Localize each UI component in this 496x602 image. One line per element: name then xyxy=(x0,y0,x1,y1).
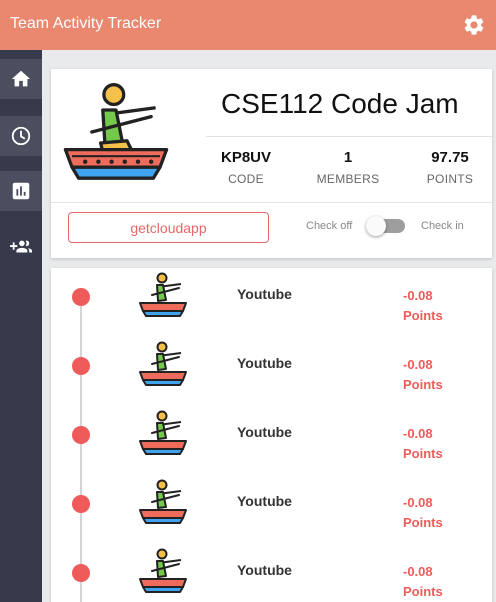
divider xyxy=(51,202,492,203)
sidebar-item-home[interactable] xyxy=(0,59,42,99)
activity-points: -0.08 Points xyxy=(403,562,443,602)
activity-site: Youtube xyxy=(237,562,292,578)
points-value: -0.08 xyxy=(403,357,433,372)
activity-points: -0.08 Points xyxy=(403,493,443,533)
stat-value: KP8UV xyxy=(220,149,272,166)
clock-icon xyxy=(11,126,31,146)
points-value: -0.08 xyxy=(403,288,433,303)
timeline-dot xyxy=(72,288,90,306)
activity-row: Youtube -0.08 Points xyxy=(51,475,492,544)
team-name: CSE112 Code Jam xyxy=(221,88,459,119)
points-unit: Points xyxy=(403,446,443,461)
activity-site: Youtube xyxy=(237,424,292,440)
check-in-toggle[interactable] xyxy=(366,216,405,236)
points-unit: Points xyxy=(403,377,443,392)
app-title: Team Activity Tracker xyxy=(10,15,162,32)
activity-feed: Youtube -0.08 Points Youtube -0.08 Points Yo… xyxy=(51,268,492,602)
bar-chart-icon xyxy=(12,182,30,200)
check-in-label: Check in xyxy=(421,220,464,232)
sidebar-item-stats[interactable] xyxy=(0,171,42,211)
stat-label: POINTS xyxy=(426,172,474,186)
activity-row: Youtube -0.08 Points xyxy=(51,337,492,406)
sidebar xyxy=(0,50,42,602)
points-value: -0.08 xyxy=(403,495,433,510)
rowing-boat-icon xyxy=(139,548,187,593)
divider xyxy=(206,136,492,137)
stat-code: KP8UV CODE xyxy=(206,149,286,186)
activity-site: Youtube xyxy=(237,286,292,302)
rowing-boat-icon xyxy=(139,272,187,317)
sidebar-item-history[interactable] xyxy=(0,116,42,156)
stat-label: MEMBERS xyxy=(316,172,380,186)
rowing-boat-icon xyxy=(139,410,187,455)
points-unit: Points xyxy=(403,308,443,323)
team-card: CSE112 Code Jam KP8UV CODE 1 MEMBERS 97.… xyxy=(51,69,492,258)
points-unit: Points xyxy=(403,515,443,530)
rowing-boat-icon xyxy=(139,479,187,524)
gear-icon[interactable] xyxy=(462,13,486,37)
activity-row: Youtube -0.08 Points xyxy=(51,406,492,475)
rowing-boat-icon xyxy=(139,341,187,386)
top-app-bar: Team Activity Tracker xyxy=(0,0,496,50)
stat-value: 1 xyxy=(343,149,353,166)
timeline-dot xyxy=(72,564,90,582)
activity-site: Youtube xyxy=(237,355,292,371)
activity-points: -0.08 Points xyxy=(403,424,443,464)
stat-points: 97.75 POINTS xyxy=(410,149,490,186)
stat-value: 97.75 xyxy=(431,149,469,166)
stat-members: 1 MEMBERS xyxy=(308,149,388,186)
sidebar-item-members[interactable] xyxy=(0,227,42,267)
activity-row: Youtube -0.08 Points xyxy=(51,268,492,337)
home-icon xyxy=(11,70,31,87)
points-value: -0.08 xyxy=(403,564,433,579)
check-off-label: Check off xyxy=(306,220,353,232)
timeline-dot xyxy=(72,495,90,513)
toggle-knob xyxy=(366,216,386,236)
activity-points: -0.08 Points xyxy=(403,286,443,326)
tracked-app-button[interactable]: getcloudapp xyxy=(68,212,269,243)
stat-label: CODE xyxy=(228,172,264,186)
activity-points: -0.08 Points xyxy=(403,355,443,395)
timeline-dot xyxy=(72,357,90,375)
activity-site: Youtube xyxy=(237,493,292,509)
points-value: -0.08 xyxy=(403,426,433,441)
points-unit: Points xyxy=(403,584,443,599)
timeline-dot xyxy=(72,426,90,444)
activity-row: Youtube -0.08 Points xyxy=(51,544,492,602)
group-add-icon xyxy=(10,240,32,253)
rowing-boat-icon xyxy=(63,83,169,180)
